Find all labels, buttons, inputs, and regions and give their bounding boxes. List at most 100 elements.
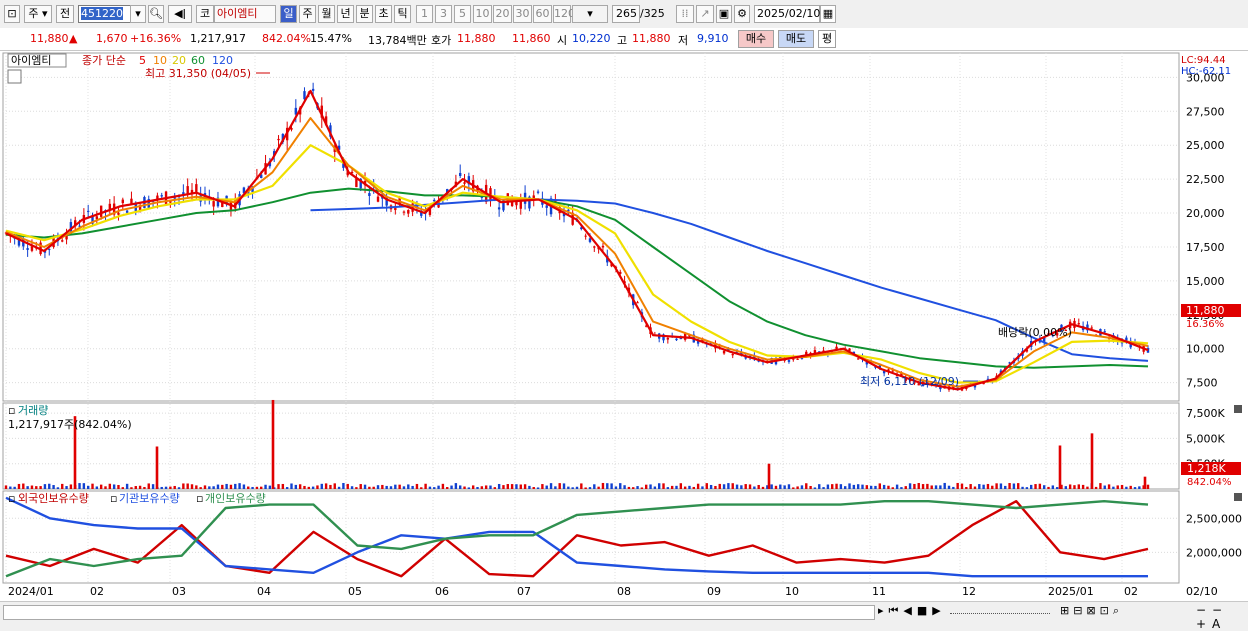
price-tick-label: 27,500 bbox=[1186, 105, 1225, 118]
interval-5[interactable]: 5 bbox=[454, 5, 471, 23]
volume-bar bbox=[575, 486, 579, 489]
interval-10[interactable]: 10 bbox=[473, 5, 492, 23]
gear-icon[interactable]: ⚙ bbox=[734, 5, 750, 23]
x-tick-label: 09 bbox=[707, 585, 721, 598]
period-day[interactable]: 일 bbox=[280, 5, 297, 23]
holding-panel-close-icon[interactable] bbox=[1234, 493, 1242, 501]
interval-120[interactable]: 120 bbox=[553, 5, 575, 23]
period-minute[interactable]: 분 bbox=[356, 5, 373, 23]
volume-bar bbox=[350, 486, 354, 489]
window-menu-icon[interactable]: ⊡ bbox=[4, 5, 20, 23]
candle-body bbox=[95, 216, 99, 220]
volume-bar bbox=[437, 485, 440, 489]
volume-ratio: 842.04% bbox=[262, 32, 311, 45]
volume-bar bbox=[234, 483, 237, 489]
period-tick[interactable]: 틱 bbox=[394, 5, 411, 23]
candle-body bbox=[86, 210, 90, 212]
volume-bar bbox=[108, 483, 112, 489]
nav-controls[interactable]: ▸⏮◀■▶ bbox=[878, 604, 946, 618]
volume-bar bbox=[303, 485, 306, 489]
volume-bar bbox=[688, 485, 691, 489]
volume-bar bbox=[489, 485, 492, 489]
volume-bar bbox=[242, 484, 246, 489]
buy-button[interactable]: 매수 bbox=[738, 30, 774, 48]
volume-bar bbox=[1055, 487, 1059, 489]
volume-tick-label: 7,500K bbox=[1186, 407, 1225, 420]
interval-custom-select[interactable]: ▾ bbox=[572, 5, 608, 23]
avg-button[interactable]: 평 bbox=[818, 30, 836, 48]
volume-panel-close-icon[interactable] bbox=[1234, 405, 1242, 413]
current-price: 11,880 bbox=[30, 32, 69, 45]
volume-bar bbox=[787, 484, 791, 489]
volume-bar bbox=[701, 486, 704, 489]
period-year[interactable]: 년 bbox=[337, 5, 354, 23]
volume-bar bbox=[368, 486, 371, 489]
volume-bar bbox=[298, 484, 302, 489]
period-week[interactable]: 주 bbox=[299, 5, 316, 23]
volume-bar bbox=[908, 483, 912, 489]
volume-bar bbox=[506, 484, 509, 489]
volume-bar bbox=[588, 487, 592, 489]
sell-button[interactable]: 매도 bbox=[778, 30, 814, 48]
volume-bar bbox=[389, 486, 393, 489]
zoom-slider[interactable] bbox=[950, 610, 1050, 614]
x-tick-label: 04 bbox=[257, 585, 271, 598]
low-price: 9,910 bbox=[697, 32, 729, 45]
volume-bar bbox=[1094, 486, 1098, 489]
code-dropdown-icon[interactable]: ▾ bbox=[130, 5, 146, 23]
interval-20[interactable]: 20 bbox=[493, 5, 512, 23]
volume-bar bbox=[800, 485, 804, 489]
volume-bar bbox=[675, 485, 678, 489]
volume-bar bbox=[571, 487, 574, 489]
volume-bar bbox=[411, 485, 414, 489]
search-icon[interactable]: 🔍︎ bbox=[148, 5, 164, 23]
volume-bar bbox=[281, 483, 285, 489]
volume-panel[interactable] bbox=[2, 402, 1180, 490]
candle-body bbox=[212, 201, 215, 207]
prev-button[interactable]: 전 bbox=[56, 5, 74, 23]
period-month[interactable]: 월 bbox=[318, 5, 335, 23]
volume-bar bbox=[653, 486, 657, 489]
scrollbar[interactable] bbox=[3, 605, 875, 620]
volume-tick-label: 5,000K bbox=[1186, 432, 1225, 445]
volume-bar bbox=[285, 487, 289, 489]
volume-bar bbox=[260, 486, 263, 489]
high-annotation: 최고 31,350 (04/05) bbox=[145, 67, 251, 80]
interval-60[interactable]: 60 bbox=[533, 5, 552, 23]
interval-30[interactable]: 30 bbox=[513, 5, 532, 23]
volume-title: 거래량 bbox=[18, 404, 48, 417]
chart-settings-icon[interactable] bbox=[7, 69, 22, 84]
date-input[interactable]: 2025/02/10 bbox=[754, 5, 820, 23]
candle-body bbox=[195, 184, 198, 192]
chart-svg[interactable]: 30,00027,50025,00022,50020,00017,50015,0… bbox=[0, 51, 1248, 601]
save-icon[interactable]: ▣ bbox=[716, 5, 732, 23]
volume-bar bbox=[446, 487, 449, 489]
ma-legend-5: 5 bbox=[139, 54, 146, 67]
candle-body bbox=[48, 248, 51, 250]
candle-body bbox=[796, 358, 799, 360]
volume-title-marker: ▫ bbox=[8, 404, 15, 417]
volume-bar bbox=[480, 486, 484, 489]
chart-area[interactable]: 30,000 27,500 25,000 22,500 20,000 17,500 15,0… bbox=[0, 51, 1248, 601]
zoom-controls[interactable]: −−+A bbox=[1196, 603, 1248, 631]
interval-3[interactable]: 3 bbox=[435, 5, 452, 23]
calendar-icon[interactable]: ▦ bbox=[820, 5, 836, 23]
volume-bar bbox=[147, 483, 150, 489]
volume-bar bbox=[1051, 485, 1055, 489]
tool-icons[interactable]: ⊞⊟⊠⊡⌕ bbox=[1060, 604, 1123, 618]
stock-button[interactable]: 코 bbox=[196, 5, 214, 23]
volume-bar bbox=[536, 487, 540, 489]
volume-bar bbox=[731, 483, 734, 489]
count-input[interactable]: 265 bbox=[612, 5, 640, 23]
draw-icon[interactable]: ↗ bbox=[696, 5, 714, 23]
ma-legend-60: 60 bbox=[191, 54, 205, 67]
volume-bar bbox=[580, 483, 583, 489]
speaker-icon[interactable]: ◀ǀ bbox=[168, 5, 192, 23]
interval-1[interactable]: 1 bbox=[416, 5, 433, 23]
market-select[interactable]: 주 ▾ bbox=[24, 5, 52, 23]
volume-bar bbox=[584, 487, 587, 489]
candle-body bbox=[277, 138, 280, 141]
grid-icon[interactable]: ⁞⁞ bbox=[676, 5, 694, 23]
period-second[interactable]: 초 bbox=[375, 5, 392, 23]
volume-peak-bar bbox=[767, 463, 771, 489]
